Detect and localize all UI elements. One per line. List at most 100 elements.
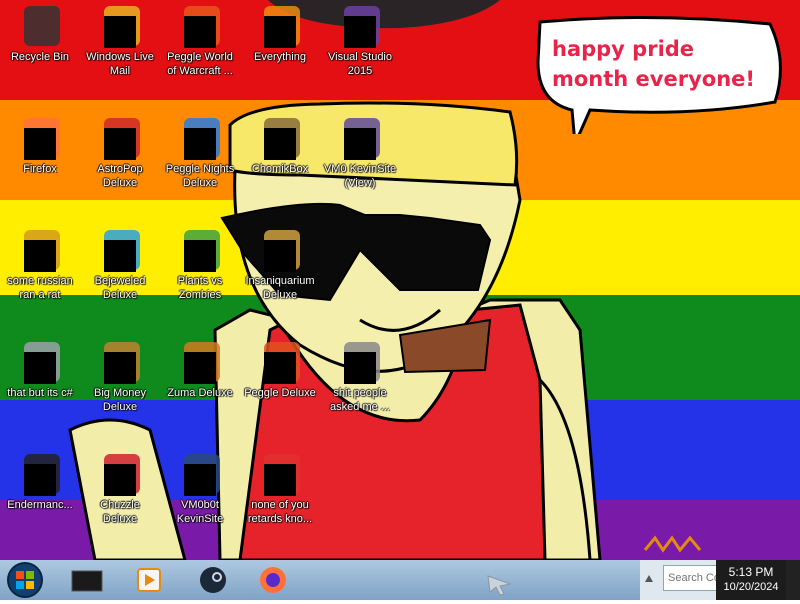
censor-block <box>344 128 376 160</box>
desktop-icon-label: Visual Studio 2015 <box>327 51 392 77</box>
censor-block <box>264 464 296 496</box>
censor-block <box>104 240 136 272</box>
censor-block <box>24 128 56 160</box>
command-icon <box>71 570 103 592</box>
censor-block <box>264 16 296 48</box>
peggle-icon <box>180 6 220 48</box>
taskbar-item-firefox[interactable] <box>246 562 300 598</box>
censor-block <box>344 352 376 384</box>
clock-date: 10/20/2024 <box>723 581 779 593</box>
desktop-icon[interactable]: Peggle Deluxe <box>240 342 320 400</box>
media-player-icon <box>137 568 161 592</box>
desktop-icon[interactable]: Peggle World of Warcraft ... <box>160 6 240 78</box>
desktop-icon[interactable]: Windows Live Mail <box>80 6 160 78</box>
desktop-icon[interactable]: Recycle Bin <box>0 6 80 64</box>
vm-icon <box>340 118 380 160</box>
peggle-deluxe-icon <box>260 342 300 384</box>
desktop-icon-label: VM0 KevinSite (View) <box>323 163 397 189</box>
desktop-icon-label: Peggle World of Warcraft ... <box>167 51 233 77</box>
desktop-icon[interactable]: ChomikBox <box>240 118 320 176</box>
bejeweled-icon <box>100 230 140 272</box>
desktop-icon[interactable]: that but its c# <box>0 342 80 400</box>
desktop-icon[interactable]: Chuzzle Deluxe <box>80 454 160 526</box>
desktop-icon[interactable]: Zuma Deluxe <box>160 342 240 400</box>
desktop-icon[interactable]: Peggle Nights Deluxe <box>160 118 240 190</box>
desktop-icon[interactable]: Plants vs Zombies <box>160 230 240 302</box>
cursor-arrow-icon <box>487 575 512 596</box>
taskbar-item-command[interactable] <box>60 562 114 598</box>
speech-bubble-text: happy pride month everyone! <box>552 37 755 91</box>
desktop-icon-label: Insaniquarium Deluxe <box>245 275 315 301</box>
chomikbox-icon <box>260 118 300 160</box>
censor-block <box>24 240 56 272</box>
recycle-bin-icon <box>20 6 60 46</box>
desktop-icon[interactable]: VM0b0t KevinSite <box>160 454 240 526</box>
censor-block <box>104 128 136 160</box>
desktop-icon-label: Firefox <box>23 163 57 175</box>
search-icon <box>260 6 300 48</box>
desktop-icon[interactable]: some russian ran a rat <box>0 230 80 302</box>
desktop-icon-label: Peggle Deluxe <box>244 387 316 399</box>
desktop-icon[interactable]: Endermanc... <box>0 454 80 512</box>
censor-block <box>24 464 56 496</box>
censor-block <box>104 464 136 496</box>
desktop-icon-label: Endermanc... <box>7 499 73 511</box>
visual-studio-icon <box>340 6 380 48</box>
copy-icon <box>20 342 60 384</box>
desktop-icon[interactable]: Firefox <box>0 118 80 176</box>
desktop-icon-label: Windows Live Mail <box>86 51 154 77</box>
firefox-icon <box>260 567 286 593</box>
tray-expand-icon[interactable] <box>644 572 654 586</box>
peggle-nights-icon <box>180 118 220 160</box>
show-desktop-button[interactable] <box>786 560 800 600</box>
search-input[interactable] <box>663 565 723 591</box>
terminal-icon <box>20 454 60 496</box>
censor-block <box>264 240 296 272</box>
censor-block <box>264 128 296 160</box>
desktop-icon[interactable]: Insaniquarium Deluxe <box>240 230 320 302</box>
censor-block <box>184 240 216 272</box>
taskbar-clock[interactable]: 5:13 PM 10/20/2024 <box>716 560 786 600</box>
desktop-icon-label: Everything <box>254 51 306 63</box>
chuzzle-icon <box>100 454 140 496</box>
desktop-icon[interactable]: VM0 KevinSite (View) <box>320 118 400 190</box>
start-button[interactable] <box>4 560 46 600</box>
desktop-icon[interactable]: Everything <box>240 6 320 64</box>
censor-block <box>344 16 376 48</box>
desktop-icon-label: VM0b0t KevinSite <box>176 499 224 525</box>
insaniquarium-icon <box>260 230 300 272</box>
desktop-icon[interactable]: none of you retards kno... <box>240 454 320 526</box>
start-orb-icon <box>7 562 43 598</box>
desktop-icon[interactable]: Visual Studio 2015 <box>320 6 400 78</box>
astropop-icon <box>100 118 140 160</box>
shortcut-icon <box>260 454 300 496</box>
censor-block <box>184 128 216 160</box>
censor-block <box>264 352 296 384</box>
document-icon <box>20 230 60 272</box>
desktop-icon-label: none of you retards kno... <box>247 499 313 525</box>
desktop-icon-label: Zuma Deluxe <box>167 387 233 399</box>
censor-block <box>184 464 216 496</box>
desktop-icon-label: Recycle Bin <box>10 51 70 63</box>
steam-icon <box>200 567 226 593</box>
censor-block <box>104 352 136 384</box>
censor-block <box>104 16 136 48</box>
desktop-icon[interactable]: Big Money Deluxe <box>80 342 160 414</box>
clock-time: 5:13 PM <box>728 565 774 579</box>
taskbar-item-steam[interactable] <box>186 562 240 598</box>
vm-bot-icon <box>180 454 220 496</box>
plants-icon <box>180 230 220 272</box>
mail-icon <box>100 6 140 48</box>
desktop-icon-label: Peggle Nights Deluxe <box>165 163 235 189</box>
folder-icon <box>340 342 380 384</box>
desktop-icon-label: Plants vs Zombies <box>177 275 223 301</box>
desktop-icon-label: shit people asked me ... <box>330 387 390 413</box>
censor-block <box>24 352 56 384</box>
desktop-icon[interactable]: shit people asked me ... <box>320 342 400 414</box>
censor-block <box>184 16 216 48</box>
desktop-icon[interactable]: Bejeweled Deluxe <box>80 230 160 302</box>
desktop-icon[interactable]: AstroPop Deluxe <box>80 118 160 190</box>
desktop-icon-label: Chuzzle Deluxe <box>100 499 140 525</box>
taskbar-item-media-player[interactable] <box>122 562 176 598</box>
desktop-icon-label: that but its c# <box>7 387 73 399</box>
